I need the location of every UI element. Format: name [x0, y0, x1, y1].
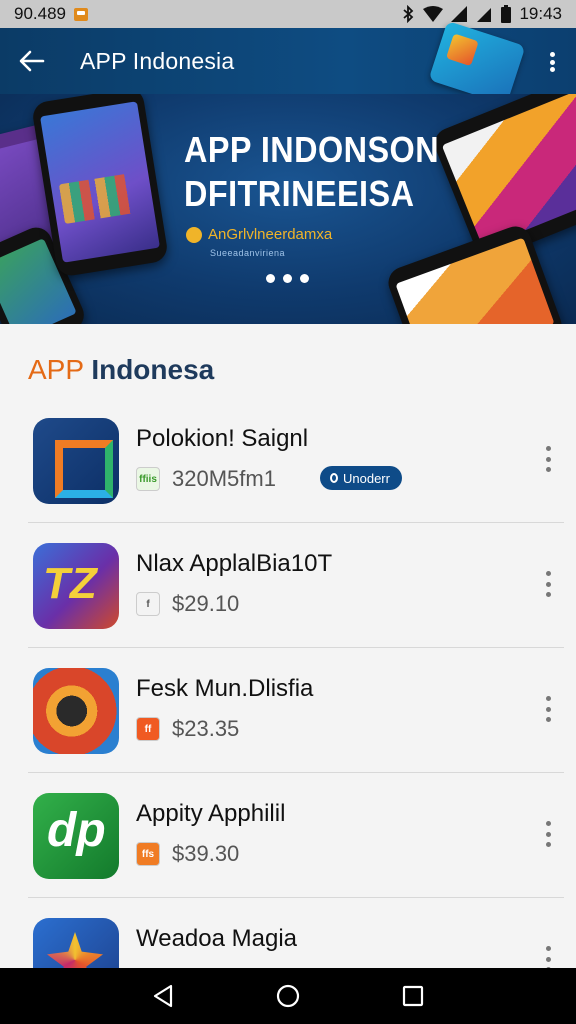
- app-list: Polokion! Saignl ffiis 320M5fm1 Unoderr …: [0, 398, 576, 1023]
- app-meta: f $29.10: [136, 591, 239, 617]
- status-bar: 90.489 19:43: [0, 0, 576, 28]
- section-title: APP Indonesa: [28, 354, 214, 386]
- app-icon[interactable]: [33, 793, 119, 879]
- app-price: $29.10: [172, 591, 240, 616]
- signal-icon: [451, 6, 469, 22]
- pill-icon: [330, 473, 338, 483]
- section-title-accent: APP: [28, 354, 84, 385]
- banner-title: APP INDONSON DFITRINEEISA: [184, 128, 439, 216]
- app-meta: ffs $39.30: [136, 841, 239, 867]
- rating-badge: ffiis: [136, 467, 160, 491]
- arrow-left-icon: [19, 50, 45, 72]
- item-menu-button[interactable]: [542, 821, 554, 847]
- nav-back-button[interactable]: [143, 976, 183, 1016]
- status-pill[interactable]: Unoderr: [320, 466, 402, 490]
- item-menu-button[interactable]: [542, 446, 554, 472]
- app-name: Fesk Mun.Dlisfia: [136, 675, 314, 702]
- signal-icon-2: [477, 6, 493, 22]
- back-button[interactable]: [0, 28, 64, 94]
- app-name: Nlax ApplalBia10T: [136, 550, 333, 577]
- overflow-menu-button[interactable]: [542, 48, 562, 76]
- decorative-card-icon: [428, 20, 526, 106]
- page-title: APP Indonesia: [80, 47, 235, 74]
- app-icon[interactable]: [33, 543, 119, 629]
- app-name: Appity Apphilil: [136, 800, 286, 827]
- item-menu-button[interactable]: [542, 696, 554, 722]
- app-icon[interactable]: [33, 668, 119, 754]
- banner-subtitle-text: AnGrlvlneerdamxa: [208, 226, 333, 243]
- app-meta: ff $23.35: [136, 716, 239, 742]
- carousel-dot[interactable]: [300, 274, 309, 283]
- square-recents-icon: [403, 985, 424, 1007]
- rating-badge: ffs: [136, 842, 160, 866]
- bluetooth-icon: [401, 5, 415, 23]
- rating-badge: f: [136, 592, 160, 616]
- coin-icon: [186, 226, 202, 243]
- app-name: Weadoa Magia: [136, 925, 297, 952]
- rating-badge: ff: [136, 717, 160, 741]
- app-price: $39.30: [172, 841, 240, 866]
- promo-banner[interactable]: APP INDONSON DFITRINEEISA AnGrlvlneerdam…: [0, 94, 576, 324]
- status-left-text: 90.489: [14, 4, 66, 23]
- wifi-icon: [423, 6, 444, 22]
- app-meta: ffiis 320M5fm1: [136, 466, 276, 492]
- app-price: $23.35: [172, 716, 240, 741]
- pill-label: Unoderr: [343, 470, 390, 486]
- banner-subtitle: AnGrlvlneerdamxa: [186, 226, 332, 243]
- section-title-main: Indonesa: [91, 354, 215, 385]
- list-item[interactable]: Appity Apphilil ffs $39.30: [28, 773, 564, 898]
- banner-title-line2: DFITRINEEISA: [184, 173, 415, 214]
- nav-home-button[interactable]: [268, 976, 308, 1016]
- status-time: 19:43: [519, 4, 562, 23]
- app-price: 320M5fm1: [172, 466, 276, 491]
- carousel-indicator[interactable]: [266, 274, 309, 283]
- banner-title-line1: APP INDONSON: [184, 129, 440, 170]
- system-nav-bar: [0, 968, 576, 1024]
- triangle-back-icon: [153, 984, 172, 1008]
- carousel-dot[interactable]: [283, 274, 292, 283]
- item-menu-button[interactable]: [542, 571, 554, 597]
- battery-icon: [501, 5, 512, 23]
- notification-icon: [74, 7, 88, 21]
- app-bar: APP Indonesia: [0, 20, 576, 106]
- app-icon[interactable]: [33, 418, 119, 504]
- circle-home-icon: [276, 984, 300, 1008]
- banner-subtitle-small: Sueeadanviriena: [210, 248, 286, 258]
- carousel-dot[interactable]: [266, 274, 275, 283]
- nav-recents-button[interactable]: [393, 976, 433, 1016]
- list-item[interactable]: Fesk Mun.Dlisfia ff $23.35: [28, 648, 564, 773]
- list-item[interactable]: Polokion! Saignl ffiis 320M5fm1 Unoderr: [28, 398, 564, 523]
- list-item[interactable]: Nlax ApplalBia10T f $29.10: [28, 523, 564, 648]
- app-name: Polokion! Saignl: [136, 425, 309, 452]
